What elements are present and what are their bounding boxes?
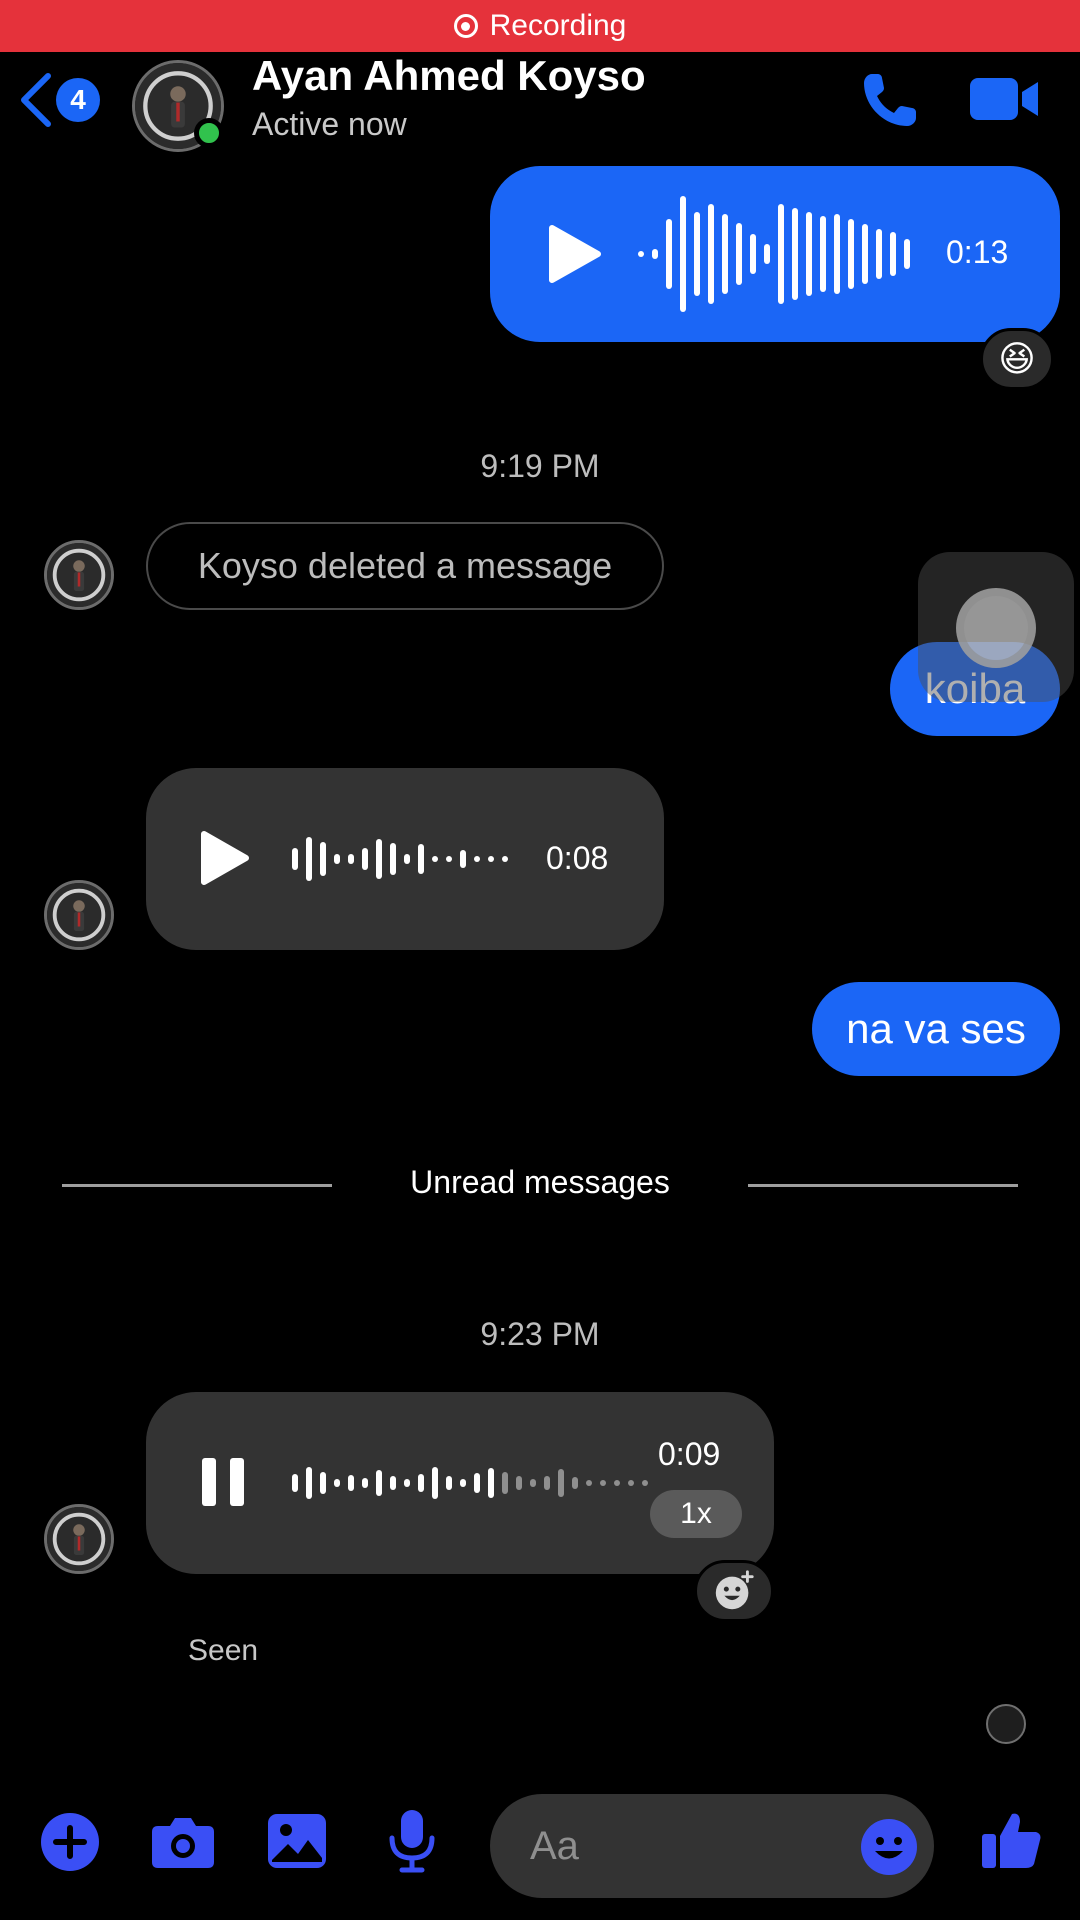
camera-icon[interactable] [150,1814,216,1870]
screen-recording-banner[interactable]: Recording [0,0,1080,52]
play-icon[interactable] [546,224,602,284]
online-indicator [194,118,224,148]
voice-duration: 0:13 [946,234,1009,270]
thumbs-up-icon[interactable] [980,1808,1044,1872]
profile-photo [47,543,111,607]
gallery-icon[interactable] [266,1812,328,1870]
contact-status: Active now [252,106,407,142]
chevron-left-icon [21,73,51,127]
profile-photo [47,1507,111,1571]
assistive-touch-button[interactable] [918,552,1074,702]
plus-icon[interactable] [40,1812,100,1872]
chat-header: 4 Ayan Ahmed Koyso Active now [0,52,1080,164]
playback-speed-button[interactable]: 1x [650,1490,742,1538]
voice-duration: 0:09 [658,1436,721,1472]
voice-message-outgoing[interactable]: 0:13 [490,166,1060,342]
sender-avatar[interactable] [44,1504,114,1574]
waveform [292,768,508,950]
laughing-reaction-icon[interactable]: 😆 [980,328,1054,390]
divider-line [748,1184,1018,1187]
waveform [292,1392,648,1574]
sender-avatar[interactable] [44,540,114,610]
contact-name[interactable]: Ayan Ahmed Koyso [252,52,646,100]
recording-label: Recording [489,9,627,42]
phone-icon[interactable] [858,68,922,132]
timestamp: 9:23 PM [480,1316,600,1352]
add-reaction-icon [715,1570,754,1610]
waveform [638,166,910,342]
voice-message-incoming[interactable]: 0:08 [146,768,664,950]
seen-status: Seen [188,1634,259,1667]
add-reaction-button[interactable] [694,1560,774,1622]
back-button[interactable]: 4 [18,72,100,128]
read-receipt-avatar [986,1704,1026,1744]
play-icon[interactable] [198,830,250,886]
voice-duration: 0:08 [546,840,609,876]
unread-divider: Unread messages [0,1162,1080,1206]
sender-avatar[interactable] [44,880,114,950]
message-input-field[interactable] [490,1794,934,1898]
message-bubble-outgoing[interactable]: na va ses [812,982,1060,1076]
record-icon [453,14,478,38]
video-camera-icon[interactable] [968,74,1040,124]
message-composer [0,1790,1080,1900]
profile-photo [47,883,111,947]
microphone-icon[interactable] [386,1808,438,1874]
emoji-icon[interactable] [860,1818,918,1876]
pause-icon[interactable] [200,1456,246,1508]
message-input[interactable] [530,1823,830,1869]
deleted-message-notice: Koyso deleted a message [146,522,664,610]
unread-label: Unread messages [410,1164,670,1200]
unread-count-badge: 4 [56,78,100,122]
voice-message-incoming-playing[interactable]: 0:09 [146,1392,774,1574]
timestamp: 9:19 PM [480,448,600,484]
